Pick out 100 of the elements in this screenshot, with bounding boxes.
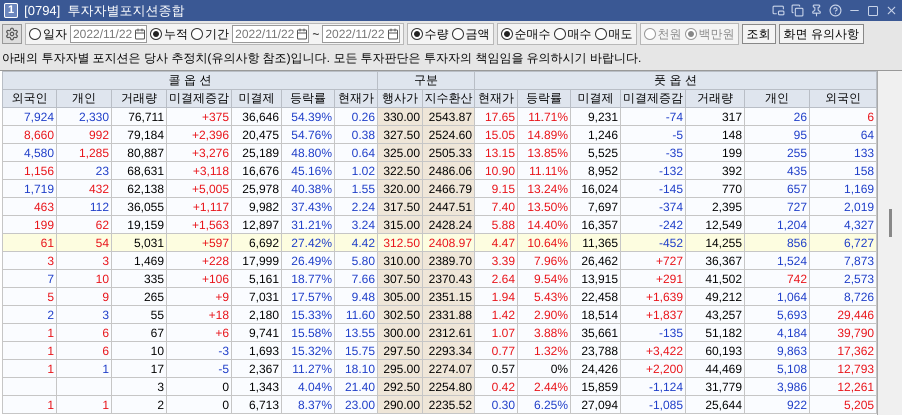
table-cell: 2331.88 — [422, 306, 475, 324]
column-header: 미결제 — [232, 90, 282, 108]
table-row[interactable]: 1 1 2 0 6,713 8.37% 23.00 290.00 2235.52 0.30 6.25% 27,094 -1,085 25,644 922 5,205 — [2, 396, 877, 414]
group-header: 구분 — [378, 72, 475, 90]
column-header: 외국인 — [810, 90, 877, 108]
table-row[interactable]: 5 9 265 +9 7,031 17.57% 9.48 305.00 2351.15 1.94 5.43% 22,458 +1,639 49,212 1,064 8,726 — [2, 288, 877, 306]
radio-option[interactable]: 매도 — [594, 26, 633, 42]
table-row[interactable]: 7 10 335 +106 5,161 18.77% 7.66 307.50 2370.43 2.64 9.54% 13,915 +291 41,502 742 2,573 — [2, 270, 877, 288]
table-cell: 0 — [166, 396, 232, 414]
column-header: 외국인 — [2, 90, 56, 108]
table-row[interactable]: 4,580 1,285 80,887 +3,276 25,189 48.80% 0.64 325.00 2505.33 13.15 13.85% 5,525 -35 199 255 133 — [2, 144, 877, 162]
column-header: 미결제증감 — [620, 90, 686, 108]
column-header: 현재가 — [474, 90, 518, 108]
table-row[interactable]: 7,924 2,330 76,711 +375 36,646 54.39% 0.26 330.00 2543.87 17.65 11.71% 9,231 -74 317 26 6 — [2, 108, 877, 126]
notice-text: 아래의 투자자별 포지션은 당사 추정치(유의사항 참조)입니다. 모든 투자판단은 투자자의 책임임을 유의하시기 바랍니다. — [1, 50, 642, 67]
table-cell: 310.00 — [378, 252, 423, 270]
table-cell: 295.00 — [378, 360, 423, 378]
table-cell: 1 — [56, 396, 112, 414]
table-row[interactable]: 8,660 992 79,184 +2,396 20,475 54.76% 0.38 327.50 2524.60 15.05 14.89% 1,246 -5 148 95 64 — [2, 126, 877, 144]
table-row[interactable]: 3 0 1,343 4.04% 21.40 292.50 2254.80 0.42 2.44% 15,859 -1,124 31,779 3,986 12,261 — [2, 378, 877, 396]
column-header: 미결제증감 — [166, 90, 232, 108]
window-icon[interactable] — [772, 4, 785, 17]
table-cell: 922 — [744, 396, 810, 414]
table-row[interactable]: 199 62 19,159 +1,563 12,897 31.21% 3.24 315.00 2428.24 5.88 14.40% 16,357 -242 12,549 1,204 4,327 — [2, 216, 877, 234]
table-cell: 305.00 — [378, 288, 423, 306]
table-cell: 297.50 — [378, 342, 423, 360]
table-cell: -1,085 — [620, 396, 686, 414]
settings-button[interactable] — [2, 24, 22, 44]
table-cell: 2370.43 — [422, 270, 475, 288]
table-cell: 325.00 — [378, 144, 423, 162]
action-button[interactable]: 조회 — [742, 24, 776, 44]
table-row[interactable]: 61 54 5,031 +597 6,692 27.42% 4.42 312.50 2408.97 4.47 10.64% 11,365 -452 14,255 856 6,727 — [2, 234, 877, 252]
table-cell: 317.50 — [378, 198, 423, 216]
table-row[interactable]: 1 6 67 +6 9,741 15.58% 13.55 300.00 2312.61 1.07 3.88% 35,661 -135 51,182 4,184 39,790 — [2, 324, 877, 342]
radio-option[interactable]: 매수 — [554, 26, 592, 42]
table-cell: 322.50 — [378, 162, 423, 180]
calendar-icon[interactable] — [134, 28, 146, 40]
table-cell: 290.00 — [378, 396, 423, 414]
copy-icon[interactable] — [791, 4, 804, 17]
scrollbar-thumb[interactable] — [888, 209, 892, 237]
table-cell: 2351.15 — [422, 288, 475, 306]
column-header: 거래량 — [686, 90, 745, 108]
table-cell: 292.50 — [378, 378, 423, 396]
maximize-icon[interactable] — [867, 4, 879, 16]
column-header: 개인 — [744, 90, 810, 108]
column-header: 개인 — [56, 90, 112, 108]
column-header: 행사가 — [378, 90, 423, 108]
table-cell: 2293.34 — [422, 342, 475, 360]
radio-option[interactable]: 누적 — [150, 26, 188, 42]
table-cell: 315.00 — [378, 216, 423, 234]
table-cell: 2466.79 — [422, 180, 475, 198]
table-row[interactable]: 3 3 1,469 +228 17,999 26.49% 5.80 310.00 2389.70 3.39 7.96% 26,462 +727 36,367 1,524 7,873 — [2, 252, 877, 270]
table-cell: 2428.24 — [422, 216, 475, 234]
radio-option[interactable]: 수량 — [410, 26, 449, 42]
calendar-icon[interactable] — [386, 28, 399, 40]
table-cell: 320.00 — [378, 180, 423, 198]
column-header: 거래량 — [112, 90, 166, 108]
table-row[interactable]: 2 3 55 +18 2,180 15.33% 11.60 302.50 2331.88 1.42 2.90% 18,514 +1,837 43,257 5,693 29,446 — [2, 306, 877, 324]
table-cell: 1 — [2, 396, 56, 414]
table-cell: 2254.80 — [422, 378, 475, 396]
window-number-badge: 1 — [4, 3, 18, 18]
table-row[interactable]: 1 6 10 -3 1,693 15.32% 15.75 297.50 2293.34 0.77 1.32% 23,788 +3,422 60,193 9,863 17,362 — [2, 342, 877, 360]
radio-option[interactable]: 금액 — [452, 26, 490, 42]
table-row[interactable]: 1,156 23 68,631 +3,118 16,676 45.16% 1.02 322.50 2486.06 10.90 11.11% 8,952 -132 392 435 158 — [2, 162, 877, 180]
pin-icon[interactable] — [810, 4, 823, 17]
table-row[interactable]: 1 1 17 -5 2,367 11.27% 18.10 295.00 2274.07 0.57 0% 24,426 +2,200 44,469 5,108 12,793 — [2, 360, 877, 378]
table-cell: 2524.60 — [422, 126, 475, 144]
table-cell: 6.25% — [518, 396, 571, 414]
window-title: [0794] 투자자별포지션종합 — [24, 2, 186, 20]
table-cell: 0.30 — [474, 396, 518, 414]
table-row[interactable]: 1,719 432 62,138 +5,005 25,978 40.38% 1.55 320.00 2466.79 9.15 13.24% 16,024 -145 770 657 1,169 — [2, 180, 877, 198]
table-cell: 2389.70 — [422, 252, 475, 270]
table-cell: 2543.87 — [422, 108, 475, 126]
group-header: 풋 옵 션 — [474, 72, 877, 90]
action-button[interactable]: 화면 유의사항 — [778, 24, 864, 44]
table-cell: 2312.61 — [422, 324, 475, 342]
calendar-icon[interactable] — [296, 28, 308, 40]
table-cell: 307.50 — [378, 270, 423, 288]
date-field[interactable]: 2022/11/22 — [322, 25, 400, 43]
table-cell: 2 — [112, 396, 166, 414]
table-cell: 2505.33 — [422, 144, 475, 162]
radio-option[interactable]: 기간 — [191, 26, 230, 42]
column-header: 미결제 — [570, 90, 621, 108]
table-cell: 8.37% — [282, 396, 334, 414]
radio-option[interactable]: 일자 — [29, 26, 67, 42]
column-header: 현재가 — [334, 90, 378, 108]
table-cell: 2235.52 — [422, 396, 475, 414]
group-header: 콜 옵 션 — [2, 72, 378, 90]
table-cell: 2447.51 — [422, 198, 475, 216]
table-row[interactable]: 463 112 36,055 +1,117 9,982 37.43% 2.24 317.50 2447.51 7.40 13.50% 7,697 -374 2,395 727 2,019 — [2, 198, 877, 216]
scrollbar[interactable] — [877, 71, 902, 415]
table-cell: 2274.07 — [422, 360, 475, 378]
table-cell: 302.50 — [378, 306, 423, 324]
radio-option[interactable]: 순매수 — [500, 26, 551, 42]
table-cell: 300.00 — [378, 324, 423, 342]
close-icon[interactable] — [885, 4, 898, 17]
help-icon[interactable] — [829, 4, 842, 17]
column-header: 등락률 — [518, 90, 571, 108]
date-field[interactable]: 2022/11/22 — [70, 25, 148, 43]
date-field[interactable]: 2022/11/22 — [232, 25, 310, 43]
